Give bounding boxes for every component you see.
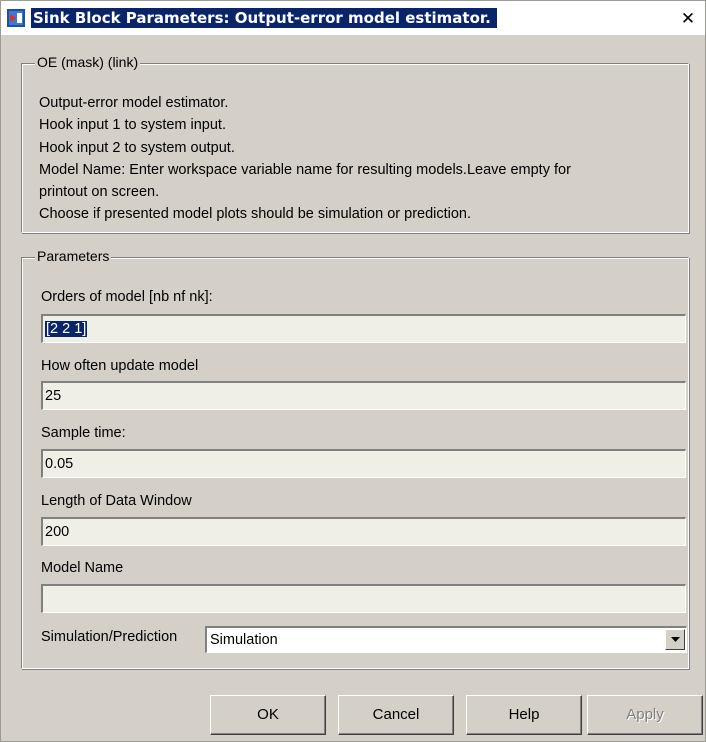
data-window-field[interactable]: 200: [41, 517, 686, 546]
description-line: Choose if presented model plots should b…: [39, 206, 472, 222]
mask-group-title: OE (mask) (link): [35, 54, 141, 70]
model-name-label: Model Name: [41, 560, 124, 576]
chevron-down-icon: [670, 636, 680, 642]
model-name-field[interactable]: [41, 584, 686, 613]
data-window-value: 200: [45, 524, 70, 540]
description-line: Hook input 1 to system input.: [39, 117, 226, 133]
parameters-group-title: Parameters: [35, 248, 112, 264]
help-button[interactable]: Help: [466, 695, 582, 735]
orders-field[interactable]: [2 2 1]: [41, 314, 686, 343]
orders-label: Orders of model [nb nf nk]:: [41, 289, 213, 305]
orders-value: [2 2 1]: [45, 321, 88, 337]
simulation-prediction-value: Simulation: [210, 632, 278, 648]
simulation-prediction-select[interactable]: Simulation: [205, 626, 687, 653]
close-icon[interactable]: ✕: [677, 9, 699, 29]
description-line: printout on screen.: [39, 184, 160, 200]
ok-button[interactable]: OK: [210, 695, 326, 735]
dialog-window: Sink Block Parameters: Output-error mode…: [0, 0, 706, 742]
cancel-button[interactable]: Cancel: [338, 695, 454, 735]
window-title: Sink Block Parameters: Output-error mode…: [31, 8, 497, 28]
update-field[interactable]: 25: [41, 381, 686, 410]
simulation-prediction-label: Simulation/Prediction: [41, 629, 178, 645]
simulink-block-icon: [7, 9, 25, 27]
update-label: How often update model: [41, 358, 199, 374]
sample-time-label: Sample time:: [41, 425, 126, 441]
data-window-label: Length of Data Window: [41, 493, 192, 509]
description-line: Output-error model estimator.: [39, 95, 229, 111]
description-line: Hook input 2 to system output.: [39, 140, 235, 156]
title-bar[interactable]: Sink Block Parameters: Output-error mode…: [1, 1, 705, 36]
description-line: Model Name: Enter workspace variable nam…: [39, 162, 571, 178]
update-value: 25: [45, 388, 62, 404]
sample-time-field[interactable]: 0.05: [41, 449, 686, 478]
apply-button[interactable]: Apply: [587, 695, 703, 735]
sample-time-value: 0.05: [45, 456, 74, 472]
dropdown-button[interactable]: [665, 629, 685, 650]
